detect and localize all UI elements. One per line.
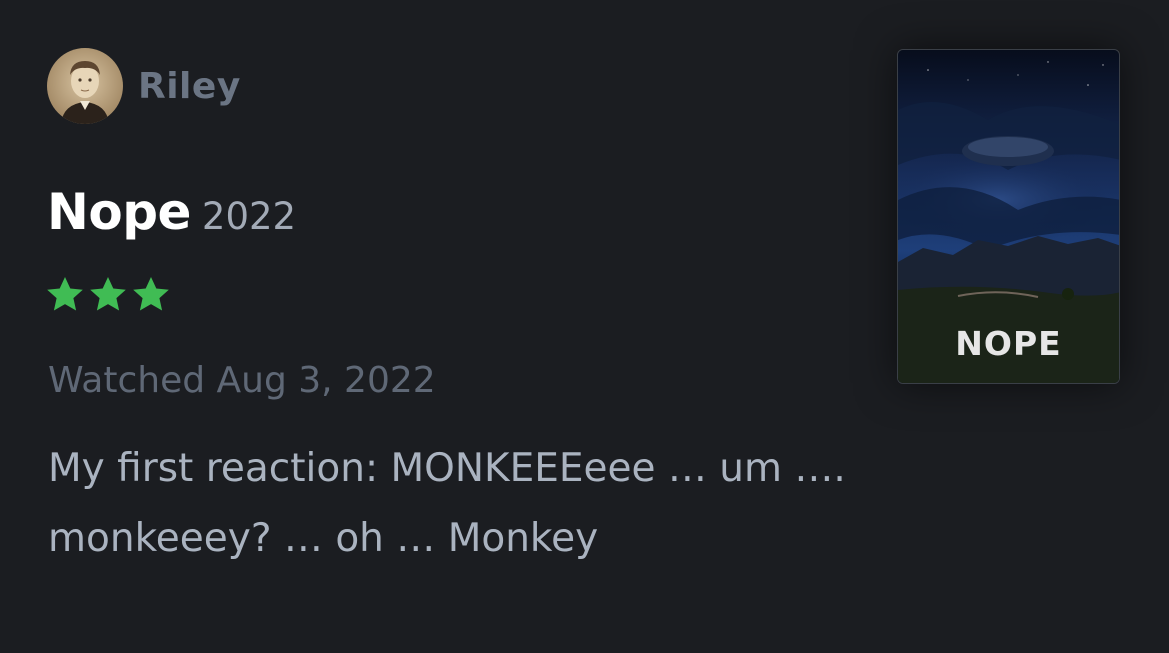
star-rating — [45, 275, 171, 315]
review-card: Riley Nope 2022 Watched Aug 3, 2022 My f… — [0, 0, 1169, 653]
review-author[interactable]: Riley — [47, 48, 241, 124]
film-poster[interactable]: NOPE — [897, 49, 1120, 384]
star-icon — [45, 275, 85, 315]
watched-date: Watched Aug 3, 2022 — [48, 360, 436, 401]
poster-title: NOPE — [955, 324, 1062, 363]
film-year[interactable]: 2022 — [202, 195, 296, 238]
film-heading: Nope 2022 — [47, 183, 296, 241]
review-text: My first reaction: MONKEEEeee … um …. mo… — [48, 446, 846, 561]
avatar[interactable] — [47, 48, 123, 124]
film-title[interactable]: Nope — [47, 183, 191, 241]
star-icon — [88, 275, 128, 315]
author-name[interactable]: Riley — [138, 66, 241, 107]
star-icon — [131, 275, 171, 315]
